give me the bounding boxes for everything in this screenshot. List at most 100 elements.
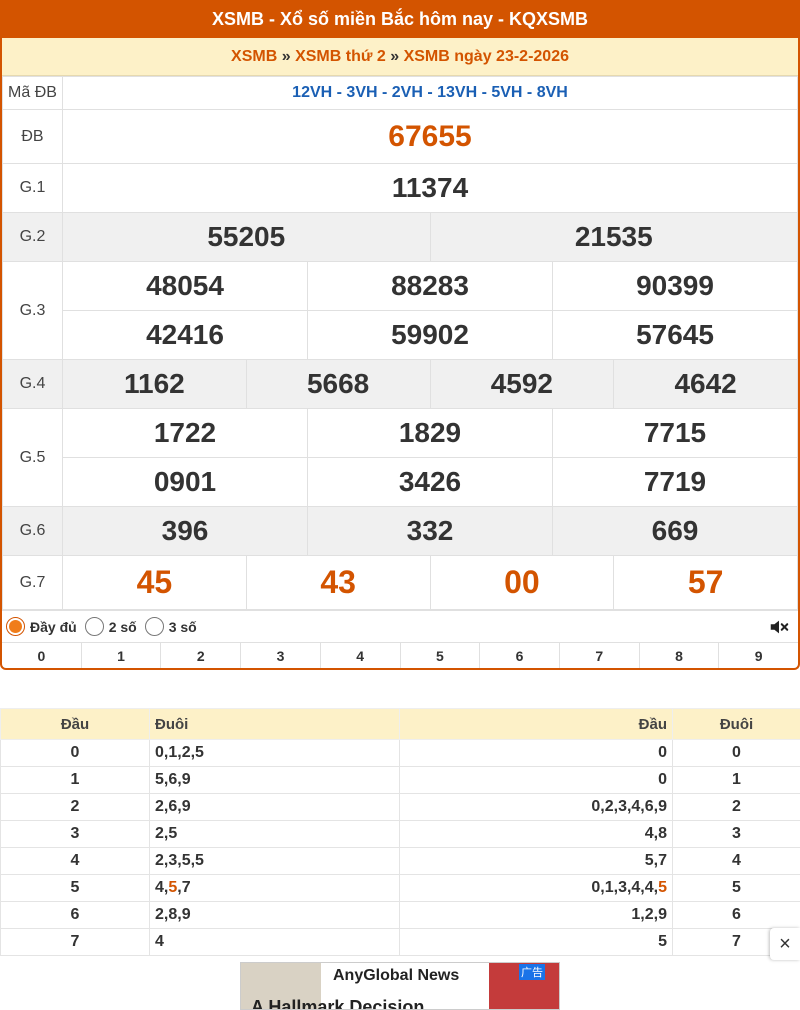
ma-db-codes: 12VH - 3VH - 2VH - 13VH - 5VH - 8VH <box>62 76 798 110</box>
option-2-digits[interactable]: 2 số <box>84 617 137 636</box>
table-row: 1 5,6,9 0 1 <box>0 766 800 794</box>
duoi-highlight: 5 <box>168 879 178 896</box>
dau-cell: 6 <box>0 901 150 929</box>
duoi-text: ,7 <box>177 879 191 896</box>
digit-filter[interactable]: 3 <box>241 643 321 668</box>
duoi-cell: 3 <box>672 820 800 848</box>
g5-number: 3426 <box>307 457 553 507</box>
g2-label: G.2 <box>2 212 63 262</box>
option-full-label: Đầy đủ <box>30 618 77 635</box>
duoi-text: 4, <box>155 879 169 896</box>
duoi-cell: 0 <box>672 739 800 767</box>
ma-db-label: Mã ĐB <box>2 76 63 110</box>
duoi-cell: 4 <box>149 928 400 956</box>
digit-filter[interactable]: 2 <box>161 643 242 668</box>
result-box: XSMB - Xổ số miền Bắc hôm nay - KQXSMB X… <box>0 0 800 670</box>
option-2-digits-label: 2 số <box>108 618 137 635</box>
g3-number: 48054 <box>62 261 308 311</box>
table-row: 0 0,1,2,5 0 0 <box>0 739 800 767</box>
duoi-cell: 4 <box>672 847 800 875</box>
digit-filter[interactable]: 8 <box>640 643 720 668</box>
digit-filter[interactable]: 0 <box>2 643 82 668</box>
breadcrumb-xsmb[interactable]: XSMB <box>231 48 277 65</box>
dau-duoi-table: Đầu Đuôi Đầu Đuôi 0 0,1,2,5 0 0 1 5,6,9 … <box>0 708 800 956</box>
radio-2-digits[interactable] <box>84 617 104 636</box>
dau-text: 0,1,3,4,4, <box>591 879 659 896</box>
g3-number: 57645 <box>552 310 798 360</box>
dau-cell: 0 <box>0 739 150 767</box>
result-table: Mã ĐB 12VH - 3VH - 2VH - 13VH - 5VH - 8V… <box>2 76 798 610</box>
duoi-cell: 2,6,9 <box>149 793 400 821</box>
display-options: Đầy đủ 2 số 3 số <box>2 610 798 642</box>
g5-label: G.5 <box>2 408 63 507</box>
breadcrumb-weekday[interactable]: XSMB thứ 2 <box>295 48 386 65</box>
g6-number: 332 <box>307 506 553 556</box>
dau-cell: 4 <box>0 847 150 875</box>
table-row: 6 2,8,9 1,2,9 6 <box>0 901 800 929</box>
g5-number: 7719 <box>552 457 798 507</box>
breadcrumb-date[interactable]: XSMB ngày 23-2-2026 <box>404 48 569 65</box>
breadcrumb-separator: » <box>281 48 291 65</box>
g7-number: 45 <box>62 555 247 610</box>
g3-number: 88283 <box>307 261 553 311</box>
ad-banner[interactable]: AnyGlobal News 广告 A Hallmark Decision <box>240 962 560 1010</box>
g1-number: 11374 <box>62 163 798 213</box>
option-3-digits-label: 3 số <box>168 618 197 635</box>
g1-label: G.1 <box>2 163 63 213</box>
duoi-cell: 0,1,2,5 <box>149 739 400 767</box>
g4-number: 5668 <box>245 359 431 409</box>
g2-number: 55205 <box>62 212 431 262</box>
col-header-duoi: Đuôi <box>672 708 800 740</box>
duoi-cell: 5,6,9 <box>149 766 400 794</box>
table-row: 3 2,5 4,8 3 <box>0 820 800 848</box>
dau-cell: 0,1,3,4,4,5 <box>399 874 673 902</box>
mute-icon[interactable] <box>768 616 790 638</box>
col-header-dau: Đầu <box>0 708 150 740</box>
option-3-digits[interactable]: 3 số <box>144 617 197 636</box>
col-header-duoi: Đuôi <box>149 708 400 740</box>
g3-label: G.3 <box>2 261 63 360</box>
table-row: 4 2,3,5,5 5,7 4 <box>0 847 800 875</box>
digit-filter[interactable]: 7 <box>560 643 640 668</box>
digit-filter[interactable]: 1 <box>82 643 162 668</box>
digit-filter[interactable]: 4 <box>321 643 401 668</box>
g3-number: 90399 <box>552 261 798 311</box>
dau-cell: 0 <box>399 739 673 767</box>
dau-cell: 5 <box>0 874 150 902</box>
g5-number: 1722 <box>62 408 308 458</box>
g7-label: G.7 <box>2 555 63 610</box>
dau-cell: 3 <box>0 820 150 848</box>
duoi-cell: 4,5,7 <box>149 874 400 902</box>
digit-filter[interactable]: 5 <box>401 643 481 668</box>
option-full[interactable]: Đầy đủ <box>6 617 77 636</box>
table-row: 5 4,5,7 0,1,3,4,4,5 5 <box>0 874 800 902</box>
radio-3-digits[interactable] <box>144 617 164 636</box>
breadcrumb-separator: » <box>390 48 400 65</box>
dau-cell: 5 <box>399 928 673 956</box>
duoi-cell: 5 <box>672 874 800 902</box>
duoi-cell: 2,8,9 <box>149 901 400 929</box>
dau-cell: 7 <box>0 928 150 956</box>
table-row: 7 4 5 7 <box>0 928 800 956</box>
g4-number: 1162 <box>62 359 247 409</box>
digit-filter[interactable]: 6 <box>480 643 560 668</box>
g5-number: 1829 <box>307 408 553 458</box>
g5-number: 0901 <box>62 457 308 507</box>
dau-highlight: 5 <box>658 879 667 896</box>
g6-number: 396 <box>62 506 308 556</box>
g7-number: 00 <box>429 555 615 610</box>
duoi-cell: 2,3,5,5 <box>149 847 400 875</box>
breadcrumb: XSMB » XSMB thứ 2 » XSMB ngày 23-2-2026 <box>2 38 798 76</box>
duoi-cell: 6 <box>672 901 800 929</box>
page: XSMB - Xổ số miền Bắc hôm nay - KQXSMB X… <box>0 0 800 1010</box>
digit-filter[interactable]: 9 <box>719 643 798 668</box>
dau-cell: 5,7 <box>399 847 673 875</box>
digit-filter-bar: 0 1 2 3 4 5 6 7 8 9 <box>2 642 798 668</box>
g6-number: 669 <box>552 506 798 556</box>
ad-close-button[interactable]: × <box>770 928 800 960</box>
radio-full[interactable] <box>6 617 25 636</box>
db-label: ĐB <box>2 109 63 164</box>
dau-cell: 0 <box>399 766 673 794</box>
g3-number: 42416 <box>62 310 308 360</box>
g7-number: 57 <box>613 555 798 610</box>
